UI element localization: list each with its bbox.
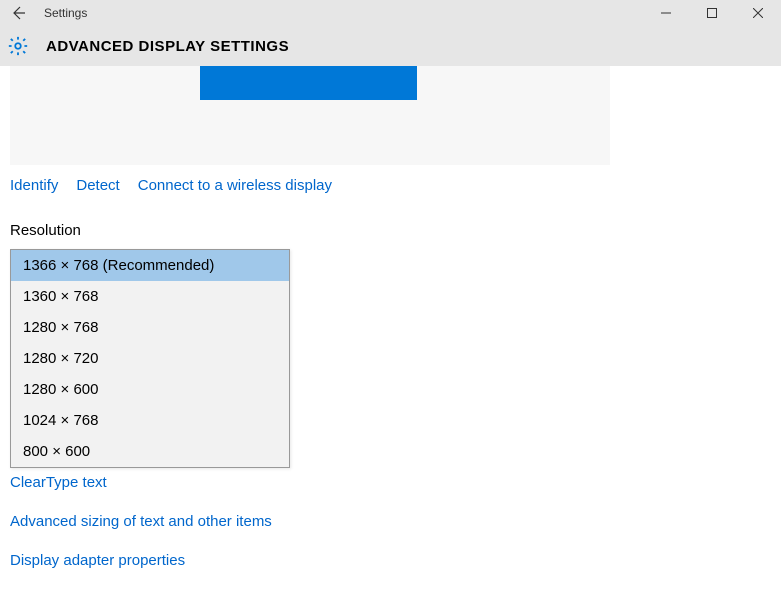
page-title: ADVANCED DISPLAY SETTINGS [46, 38, 289, 55]
resolution-option[interactable]: 1280 × 600 [11, 374, 289, 405]
content-area: Identify Detect Connect to a wireless di… [0, 66, 781, 569]
resolution-option[interactable]: 1366 × 768 (Recommended) [11, 250, 289, 281]
display-actions: Identify Detect Connect to a wireless di… [10, 177, 771, 194]
resolution-option[interactable]: 1360 × 768 [11, 281, 289, 312]
cleartype-link[interactable]: ClearType text [10, 474, 771, 491]
advanced-sizing-link[interactable]: Advanced sizing of text and other items [10, 513, 771, 530]
resolution-option[interactable]: 1280 × 720 [11, 343, 289, 374]
back-arrow-icon [10, 5, 26, 21]
detect-link[interactable]: Detect [76, 177, 119, 194]
display-preview [10, 66, 610, 165]
minimize-button[interactable] [643, 0, 689, 26]
settings-gear [0, 35, 36, 57]
window-title: Settings [44, 6, 87, 20]
resolution-option[interactable]: 800 × 600 [11, 436, 289, 467]
gear-icon [7, 35, 29, 57]
maximize-button[interactable] [689, 0, 735, 26]
related-settings: ClearType text Advanced sizing of text a… [10, 474, 771, 569]
identify-link[interactable]: Identify [10, 177, 58, 194]
close-icon [753, 8, 763, 18]
resolution-option[interactable]: 1280 × 768 [11, 312, 289, 343]
back-button[interactable] [0, 0, 36, 26]
close-button[interactable] [735, 0, 781, 26]
display-adapter-link[interactable]: Display adapter properties [10, 552, 771, 569]
minimize-icon [661, 8, 671, 18]
window-controls [643, 0, 781, 26]
titlebar: Settings [0, 0, 781, 26]
wireless-display-link[interactable]: Connect to a wireless display [138, 177, 332, 194]
maximize-icon [707, 8, 717, 18]
resolution-dropdown[interactable]: 1366 × 768 (Recommended) 1360 × 768 1280… [10, 249, 290, 468]
resolution-label: Resolution [10, 222, 771, 239]
page-header: ADVANCED DISPLAY SETTINGS [0, 26, 781, 66]
monitor-thumbnail[interactable] [200, 66, 417, 100]
resolution-option[interactable]: 1024 × 768 [11, 405, 289, 436]
